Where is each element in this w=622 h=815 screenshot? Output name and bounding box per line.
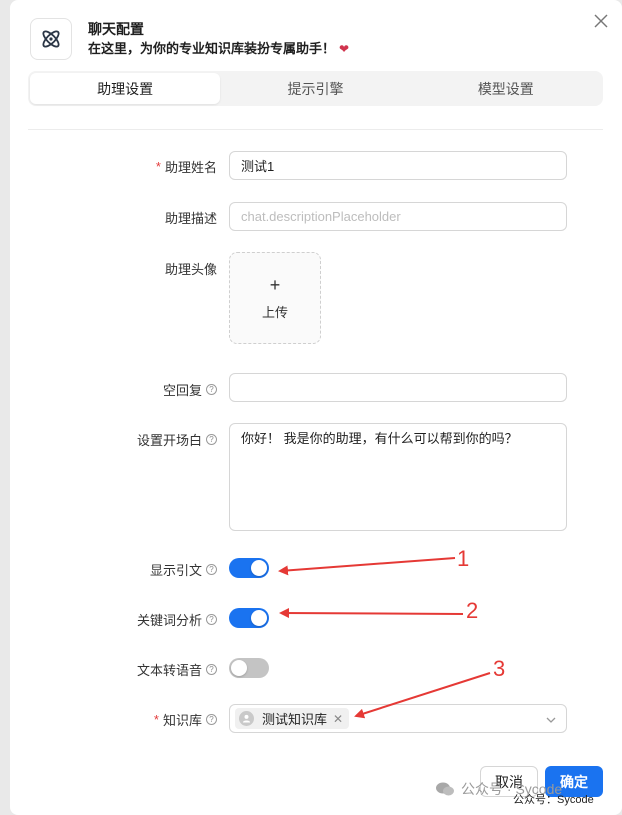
assistant-name-input[interactable] [229,151,567,180]
header-divider [28,129,603,130]
tab-prompt-engine[interactable]: 提示引擎 [220,73,410,104]
heart-icon: ❤ [339,42,350,56]
tts-label: 文本转语音? [137,660,217,679]
knowledge-base-label: * 知识库? [154,710,217,729]
tts-toggle[interactable] [229,658,269,678]
keyword-analysis-toggle[interactable] [229,608,269,628]
help-icon[interactable]: ? [206,384,217,395]
keyword-analysis-label: 关键词分析? [137,610,217,629]
knowledge-base-label-text: 知识库 [162,713,202,728]
show-citation-toggle[interactable] [229,558,269,578]
knowledge-base-tag: 测试知识库 ✕ [235,708,350,729]
dialog-subtitle: 在这里，为你的专业知识库装扮专属助手！ ❤ [88,38,349,57]
show-citation-label: 显示引文? [150,560,217,579]
opening-textarea[interactable]: 你好！ 我是你的助理，有什么可以帮到你的吗？ [229,423,567,531]
plus-icon: + [269,274,281,295]
toggle-knob [251,610,267,626]
assistant-description-input[interactable] [229,202,567,231]
help-icon[interactable]: ? [206,564,217,575]
assistant-logo [30,18,72,60]
config-tabs: 助理设置 提示引擎 模型设置 [28,71,603,106]
annotation-number-2: 2 [466,598,479,623]
help-icon[interactable]: ? [206,664,217,675]
toggle-knob [251,560,267,576]
remove-tag-icon[interactable]: ✕ [333,712,343,726]
tab-model-settings[interactable]: 模型设置 [411,73,601,104]
tts-label-text: 文本转语音 [136,663,202,678]
knowledge-base-tag-label: 测试知识库 [262,712,328,727]
dialog-title: 聊天配置 [88,21,144,37]
avatar-label: 助理头像 [164,262,217,277]
knowledge-base-select[interactable]: 测试知识库 ✕ [229,704,567,733]
empty-reply-label-text: 空回复 [162,383,202,398]
description-label: 助理描述 [164,211,217,226]
close-icon[interactable] [594,14,608,28]
dialog-header: 聊天配置 在这里，为你的专业知识库装扮专属助手！ ❤ [28,17,622,61]
keyword-analysis-label-text: 关键词分析 [136,613,202,628]
confirm-button[interactable]: 确定 [545,766,603,797]
annotation-number-1: 1 [457,546,470,571]
avatar-upload-button[interactable]: + 上传 [229,252,321,344]
required-mark: * [155,159,161,174]
opening-label: 设置开场白? [137,430,217,449]
chevron-down-icon [546,717,556,723]
user-icon [239,711,254,726]
empty-reply-input[interactable] [229,373,567,402]
empty-reply-label: 空回复? [163,380,217,399]
help-icon[interactable]: ? [206,614,217,625]
chat-config-dialog: 聊天配置 在这里，为你的专业知识库装扮专属助手！ ❤ 助理设置 提示引擎 模型设置… [10,0,622,815]
required-mark: * [153,712,159,727]
help-icon[interactable]: ? [206,714,217,725]
toggle-knob [231,660,247,676]
help-icon[interactable]: ? [206,434,217,445]
upload-label: 上传 [261,304,288,320]
dialog-subtitle-text: 在这里，为你的专业知识库装扮专属助手！ [88,41,336,56]
atom-icon [42,30,60,48]
show-citation-label-text: 显示引文 [149,563,202,578]
name-label: * 助理姓名 [156,157,217,176]
annotation-number-3: 3 [493,656,506,681]
opening-label-text: 设置开场白 [136,433,202,448]
cancel-button[interactable]: 取消 [480,766,538,797]
name-label-text: 助理姓名 [164,160,217,175]
tab-assistant-settings[interactable]: 助理设置 [30,73,221,104]
